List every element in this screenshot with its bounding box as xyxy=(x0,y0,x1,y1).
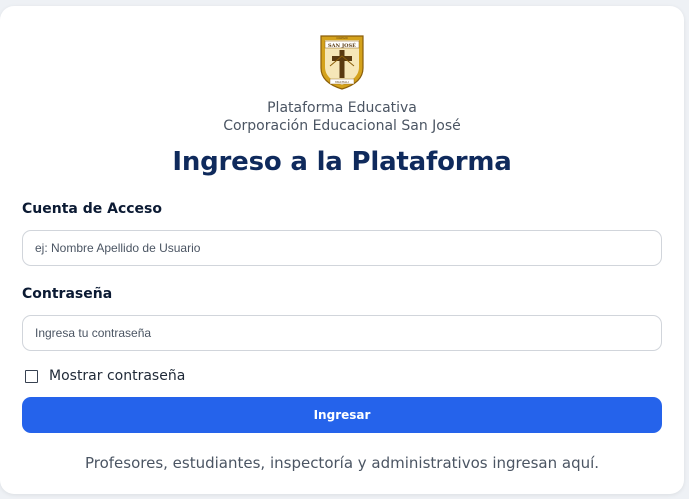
page-title: Ingreso a la Plataforma xyxy=(172,147,512,177)
username-label: Cuenta de Acceso xyxy=(22,201,162,217)
platform-subtitle: Plataforma Educativa xyxy=(267,100,417,116)
show-password-toggle[interactable]: Mostrar contraseña xyxy=(25,366,185,386)
logo-text-top: COLEGIO xyxy=(336,36,347,40)
username-input[interactable] xyxy=(22,230,662,266)
organization-subtitle: Corporación Educacional San José xyxy=(223,118,461,134)
password-input[interactable] xyxy=(22,315,662,351)
logo-text-bottom: MACHALI xyxy=(335,80,349,84)
password-label: Contraseña xyxy=(22,286,113,302)
login-button[interactable]: Ingresar xyxy=(22,397,662,433)
show-password-checkbox[interactable] xyxy=(25,369,38,383)
logo-text-main: SAN JOSÉ xyxy=(328,41,356,49)
show-password-label: Mostrar contraseña xyxy=(49,368,186,384)
login-card: SAN JOSÉ COLEGIO MACHALI Plataforma Educ… xyxy=(0,6,684,494)
school-crest-logo: SAN JOSÉ COLEGIO MACHALI xyxy=(320,35,364,90)
access-note: Profesores, estudiantes, inspectoría y a… xyxy=(84,454,600,472)
